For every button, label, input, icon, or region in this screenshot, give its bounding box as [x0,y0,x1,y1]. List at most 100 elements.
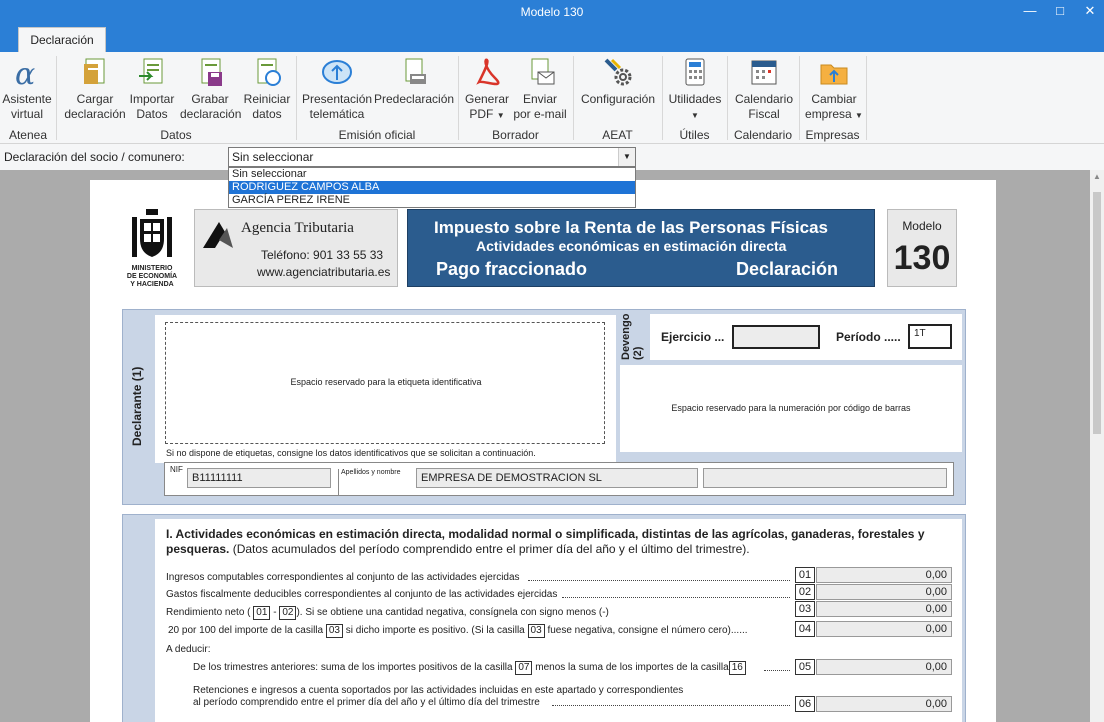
ejercicio-field[interactable] [732,325,820,349]
casilla-number: 06 [795,696,815,712]
calendar-icon [751,60,777,85]
alpha-icon: α [15,57,35,88]
devengo-label: Devengo (2) [620,313,644,360]
btn-label: Cambiar [811,92,857,106]
ministry-line: Y HACIENDA [130,281,174,288]
declarante-label: Declarante (1) [130,366,144,446]
leader-dots [562,597,790,598]
socio-option[interactable]: RODRIGUEZ CAMPOS ALBA [229,181,635,194]
nif-label: NIF [170,465,183,474]
row06-text-2: al período comprendido entre el primer d… [193,697,540,708]
declaracion-label: Declaración [736,259,839,279]
pago-label: Pago fraccionado [436,259,588,279]
section-subtitle: (Datos acumulados del período comprendid… [229,542,750,556]
periodo-label: Período ..... [836,330,901,344]
cloud-upload-icon [322,60,352,84]
btn-label: Grabar [191,92,229,106]
casilla-01-value[interactable]: 0,00 [816,567,952,583]
generar-pdf-button[interactable]: Generar PDF ▼ [462,56,512,123]
btn-label: Datos [136,107,168,121]
btn-label: Utilidades [668,92,722,106]
socio-select[interactable]: Sin seleccionar ▼ [228,147,636,167]
group-label-emision: Emisión oficial [338,128,416,142]
maximize-icon[interactable]: □ [1046,0,1074,24]
leader-dots [552,705,790,706]
configuracion-button[interactable]: Configuración [578,56,658,107]
btn-label: por e-mail [513,107,567,121]
print-icon [405,58,426,84]
dropdown-arrow-icon: ▼ [855,111,863,120]
casilla-ref: 07 [515,661,533,675]
agency-name: Agencia Tributaria [241,220,354,236]
leader-dots [528,580,790,581]
group-label-datos: Datos [160,128,192,142]
casilla-05-value[interactable]: 0,00 [816,659,952,675]
nombre-extra-field[interactable] [703,468,947,488]
utilidades-button[interactable]: Utilidades ▼ [666,56,724,123]
casilla-number: 05 [795,659,815,675]
socio-label: Declaración del socio / comunero: [4,150,185,164]
close-icon[interactable]: ✕ [1076,0,1104,24]
btn-label: Presentación [302,92,373,106]
btn-label: telemática [309,107,365,121]
importar-datos-button[interactable]: Importar Datos [126,56,178,122]
svg-text:α: α [15,57,35,88]
nif-field[interactable]: B11111111 [187,468,331,488]
enviar-email-button[interactable]: Enviar por e-mail [512,56,568,122]
agency-phone: Teléfono: 901 33 55 33 [261,248,384,262]
row06-text-1: Retenciones e ingresos a cuenta soportad… [193,685,684,696]
group-label-borrador: Borrador [492,128,539,142]
presentacion-telematica-button[interactable]: Presentación telemática [302,56,372,122]
agency-logo-icon [203,222,233,248]
socio-option[interactable]: GARCÍA PEREZ IRENE [229,194,635,207]
no-labels-note: Si no dispone de etiquetas, consigne los… [166,448,536,458]
row05-text: De los trimestres anteriores: suma de lo… [193,661,746,675]
cambiar-empresa-button[interactable]: Cambiar empresa ▼ [804,56,864,123]
nombre-field[interactable]: EMPRESA DE DEMOSTRACION SL [416,468,698,488]
casilla-06-value[interactable]: 0,00 [816,696,952,712]
casilla-02-value[interactable]: 0,00 [816,584,952,600]
btn-label: Enviar [522,92,557,106]
btn-label: Predeclaración [374,92,455,106]
periodo-field[interactable]: 1T [908,324,952,349]
tab-declaracion[interactable]: Declaración [18,27,106,52]
btn-label: Generar [464,92,510,106]
group-label-calendario: Calendario [733,128,793,142]
row-text-part: - [273,607,277,618]
btn-label: Configuración [580,92,656,106]
chevron-down-icon[interactable]: ▼ [618,148,635,166]
btn-label: Cargar [76,92,114,106]
agency-box: Agencia Tributaria Teléfono: 901 33 55 3… [194,209,398,287]
minimize-icon[interactable]: — [1016,0,1044,24]
socio-option[interactable]: Sin seleccionar [229,168,635,181]
btn-label: declaración [64,107,126,121]
pdf-icon [476,58,500,86]
reiniciar-datos-button[interactable]: Reiniciar datos [242,56,292,122]
a-deducir-label: A deducir: [166,644,211,655]
modelo-box: Modelo 130 [887,209,957,287]
asistente-virtual-button[interactable]: α Asistente virtual [0,56,54,122]
scroll-thumb[interactable] [1093,192,1101,434]
barcode-space: Espacio reservado para la numeración por… [620,365,962,452]
row01-text: Ingresos computables correspondientes al… [166,572,520,583]
grabar-declaracion-button[interactable]: Grabar declaración [180,56,241,122]
btn-label: datos [252,107,282,121]
casilla-ref: 03 [527,624,545,638]
tax-title: Impuesto sobre la Renta de las Personas … [434,218,828,237]
vertical-scrollbar[interactable]: ▲ [1090,170,1104,722]
gear-icon [604,58,632,86]
group-label-atenea: Atenea [8,128,48,142]
title-bar: Modelo 130 — □ ✕ [0,0,1104,24]
casilla-number: 01 [795,567,815,583]
casilla-04-value[interactable]: 0,00 [816,621,952,637]
refresh-icon [257,58,281,86]
row03-text: Rendimiento neto ( 01 - 02). Si se obtie… [166,606,609,620]
casilla-ref: 02 [279,606,297,620]
window-title: Modelo 130 [520,5,584,19]
scroll-up-icon[interactable]: ▲ [1090,172,1104,181]
casilla-03-value[interactable]: 0,00 [816,601,952,617]
calendario-fiscal-button[interactable]: Calendario Fiscal [732,56,796,122]
predeclaracion-button[interactable]: Predeclaración [374,56,454,107]
cargar-declaracion-button[interactable]: Cargar declaración [62,56,128,122]
group-label-aeat: AEAT [602,128,633,142]
